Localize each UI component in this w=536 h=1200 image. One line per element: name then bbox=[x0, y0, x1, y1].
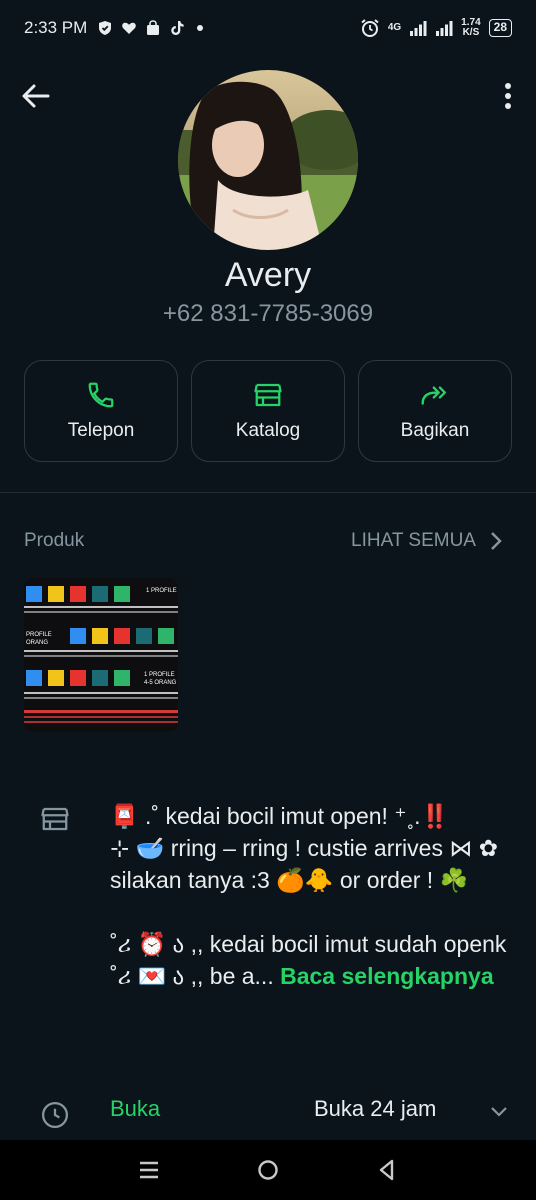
status-bar: 2:33 PM 4G 1.74 K/S 28 bbox=[0, 0, 536, 56]
catalog-button[interactable]: Katalog bbox=[191, 360, 345, 462]
dot-icon bbox=[197, 25, 204, 31]
system-back-button[interactable] bbox=[375, 1158, 399, 1182]
alarm-icon bbox=[361, 19, 379, 37]
product-thumbnail[interactable]: 1 PROFILE PROFILE ORANG 1 PROFILE 4-5 OR… bbox=[24, 578, 178, 732]
contact-name: Avery bbox=[224, 256, 312, 294]
share-icon bbox=[421, 386, 447, 405]
signal-icon bbox=[410, 21, 427, 36]
phone-icon bbox=[88, 382, 114, 408]
product-row3-label: 1 PROFILE bbox=[144, 672, 175, 678]
description-line: ˚ሪ 💌 ა ,, be a... Baca selengkapnya bbox=[110, 960, 522, 992]
description-line-text: ˚ሪ 💌 ა ,, be a... bbox=[110, 963, 274, 989]
product-row1-label: 1 PROFILE bbox=[146, 588, 177, 594]
back-button[interactable] bbox=[18, 80, 54, 112]
description-line: ˚ሪ ⏰ ა ,, kedai bocil imut sudah openk bbox=[110, 931, 507, 957]
share-button[interactable]: Bagikan bbox=[358, 360, 512, 462]
business-description: 📮 .˚ kedai bocil imut open! ⁺˳.‼️ ⊹ 🥣 rr… bbox=[110, 800, 522, 992]
system-navigation-bar bbox=[0, 1140, 536, 1200]
product-row2b-label: ORANG bbox=[26, 640, 48, 646]
system-icons: 4G 1.74 K/S 28 bbox=[360, 18, 512, 38]
action-buttons: Telepon Katalog Bagikan bbox=[24, 360, 512, 462]
chevron-down-icon[interactable] bbox=[488, 1100, 510, 1122]
products-title: Produk bbox=[24, 530, 85, 551]
see-all-products-link[interactable]: LIHAT SEMUA bbox=[351, 530, 502, 552]
call-button[interactable]: Telepon bbox=[24, 360, 178, 462]
battery-indicator: 28 bbox=[488, 19, 512, 37]
description-line: 📮 .˚ kedai bocil imut open! ⁺˳.‼️ bbox=[110, 803, 450, 829]
signal-icon bbox=[436, 21, 453, 36]
shopping-bag-icon bbox=[147, 20, 160, 35]
section-divider bbox=[0, 492, 536, 493]
clock-icon bbox=[42, 1102, 68, 1128]
notification-icons bbox=[97, 20, 207, 36]
contact-phone: +62 831-7785-3069 bbox=[162, 300, 374, 327]
description-line: silakan tanya :3 🍊🐥 or order ! ☘️ bbox=[110, 867, 469, 893]
description-line: ⊹ 🥣 rring – rring ! custie arrives ⋈ ✿ bbox=[110, 835, 498, 861]
recent-apps-button[interactable] bbox=[137, 1158, 161, 1182]
chevron-right-icon bbox=[491, 532, 502, 550]
heart-icon bbox=[122, 22, 137, 34]
avatar-photo bbox=[178, 70, 358, 250]
call-button-label: Telepon bbox=[67, 420, 135, 441]
more-options-button[interactable] bbox=[502, 80, 514, 112]
read-more-link[interactable]: Baca selengkapnya bbox=[280, 963, 494, 989]
arrow-left-icon bbox=[22, 84, 50, 108]
open-status: Buka bbox=[110, 1096, 161, 1121]
product-image: 1 PROFILE PROFILE ORANG 1 PROFILE 4-5 OR… bbox=[24, 578, 178, 732]
network-speed: 1.74 K/S bbox=[461, 17, 481, 38]
product-row2-label: PROFILE bbox=[26, 632, 52, 638]
store-icon bbox=[254, 383, 282, 407]
share-button-label: Bagikan bbox=[400, 420, 470, 441]
home-button[interactable] bbox=[256, 1158, 280, 1182]
store-icon bbox=[41, 807, 69, 831]
shield-icon bbox=[99, 21, 112, 35]
business-hours[interactable]: Buka 24 jam bbox=[314, 1096, 436, 1122]
catalog-button-label: Katalog bbox=[235, 420, 301, 441]
tiktok-icon bbox=[171, 21, 184, 35]
see-all-label: LIHAT SEMUA bbox=[351, 530, 476, 551]
profile-avatar[interactable] bbox=[178, 70, 358, 250]
status-time: 2:33 PM bbox=[24, 18, 88, 37]
network-type: 4G bbox=[387, 22, 402, 33]
product-row3b-label: 4-5 ORANG bbox=[144, 680, 177, 686]
more-vertical-icon bbox=[505, 83, 511, 109]
